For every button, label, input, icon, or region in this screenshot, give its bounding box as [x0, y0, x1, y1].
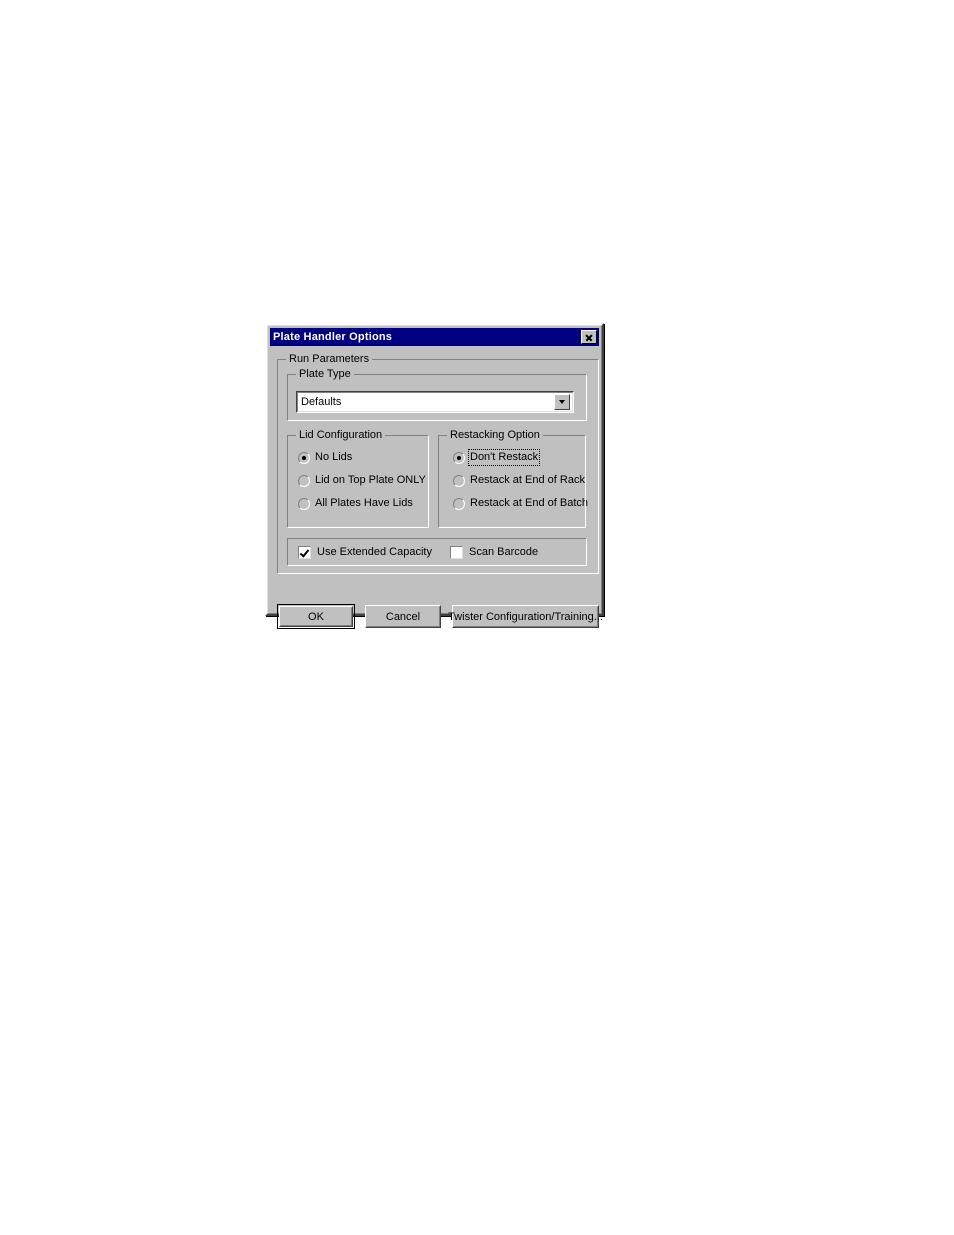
checkbox-use-extended-capacity[interactable]: Use Extended Capacity [298, 546, 432, 559]
checkbox-use-extended-capacity-label: Use Extended Capacity [317, 546, 432, 558]
radio-restack-at-end-of-rack-label: Restack at End of Rack [470, 474, 585, 486]
plate-type-combobox[interactable]: Defaults [297, 392, 573, 412]
checkbox-indicator-icon [298, 546, 311, 559]
radio-indicator-icon [453, 451, 465, 464]
radio-dont-restack[interactable]: Don't Restack [453, 449, 541, 466]
radio-lid-on-top-plate-only-label: Lid on Top Plate ONLY [315, 474, 426, 486]
radio-lid-on-top-plate-only[interactable]: Lid on Top Plate ONLY [298, 474, 426, 487]
plate-handler-options-dialog: Plate Handler Options Run Parameters Pla… [265, 323, 604, 629]
checkbox-scan-barcode-label: Scan Barcode [469, 546, 539, 558]
dialog-client-area: Run Parameters Plate Type Defaults Lid C… [270, 346, 603, 629]
radio-indicator-icon [453, 497, 465, 510]
restacking-option-label: Restacking Option [447, 429, 543, 441]
radio-all-plates-have-lids-label: All Plates Have Lids [315, 497, 413, 509]
checkbox-indicator-icon [450, 546, 463, 559]
ok-button-default-frame: OK [277, 604, 355, 629]
lid-configuration-label: Lid Configuration [296, 429, 386, 441]
plate-type-group: Plate Type Defaults [287, 368, 587, 421]
radio-restack-at-end-of-batch-label: Restack at End of Batch [470, 497, 589, 509]
radio-indicator-icon [298, 451, 310, 464]
title-bar[interactable]: Plate Handler Options [270, 328, 599, 346]
dialog-title: Plate Handler Options [273, 331, 393, 343]
radio-indicator-icon [298, 497, 310, 510]
dialog-inner-frame: Plate Handler Options Run Parameters Pla… [267, 325, 603, 629]
run-parameters-group: Run Parameters Plate Type Defaults Lid C… [277, 353, 599, 574]
plate-type-label: Plate Type [296, 368, 354, 380]
radio-no-lids[interactable]: No Lids [298, 451, 352, 464]
checkbox-scan-barcode[interactable]: Scan Barcode [450, 546, 538, 559]
cancel-button[interactable]: Cancel [365, 605, 441, 628]
radio-dont-restack-label: Don't Restack [467, 449, 541, 466]
run-parameters-label: Run Parameters [286, 353, 373, 365]
radio-restack-at-end-of-batch[interactable]: Restack at End of Batch [453, 497, 588, 510]
radio-indicator-icon [453, 474, 465, 487]
chevron-down-icon[interactable] [554, 394, 570, 410]
lid-configuration-group: Lid Configuration No Lids Lid on Top Pla… [287, 429, 429, 528]
radio-indicator-icon [298, 474, 310, 487]
twister-configuration-training-button[interactable]: Twister Configuration/Training... [448, 605, 603, 628]
close-icon[interactable] [581, 330, 597, 344]
plate-type-selected-value: Defaults [301, 396, 342, 408]
radio-no-lids-label: No Lids [315, 451, 353, 463]
options-checkbox-group: Use Extended Capacity Scan Barcode [287, 538, 587, 566]
radio-restack-at-end-of-rack[interactable]: Restack at End of Rack [453, 474, 585, 487]
radio-all-plates-have-lids[interactable]: All Plates Have Lids [298, 497, 413, 510]
ok-button[interactable]: OK [279, 606, 353, 627]
restacking-option-group: Restacking Option Don't Restack Restack … [438, 429, 588, 528]
